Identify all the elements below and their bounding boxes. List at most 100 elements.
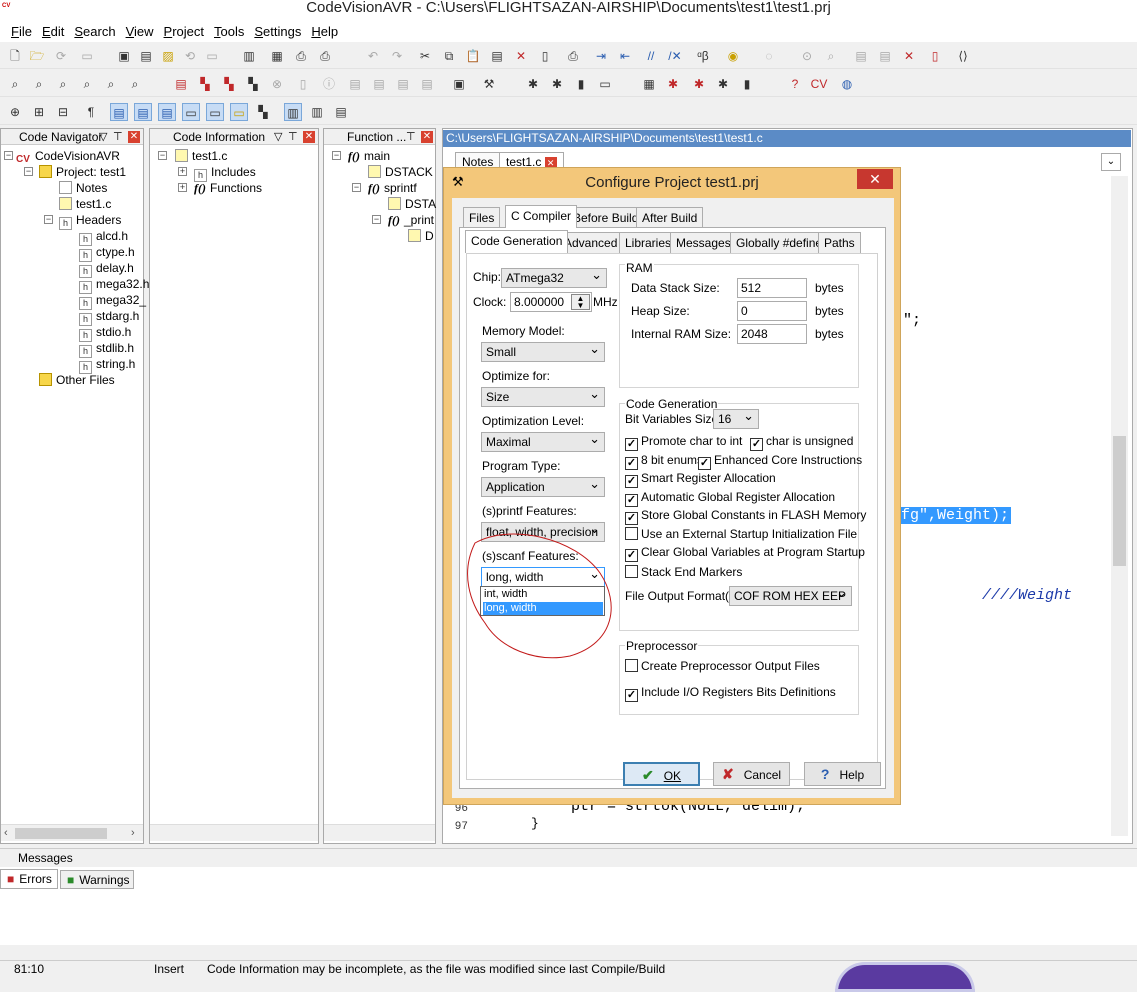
toggle-fold-icon[interactable]: ⟨⟩ bbox=[954, 47, 972, 65]
tab-libraries[interactable]: Libraries bbox=[619, 232, 678, 253]
tree-notes[interactable]: Notes bbox=[59, 181, 107, 195]
horizontal-scrollbar[interactable] bbox=[0, 945, 1137, 959]
navigator-toggle-icon[interactable]: ▤ bbox=[110, 103, 128, 121]
tree-header-item[interactable]: h stdio.h bbox=[79, 325, 131, 342]
tree-header-item[interactable]: h stdarg.h bbox=[79, 309, 139, 326]
collapse-toggle[interactable]: − bbox=[4, 151, 13, 160]
make-icon[interactable]: ▚ bbox=[220, 75, 238, 93]
enums-8bit-checkbox[interactable]: ✓ 8 bit enums bbox=[625, 453, 703, 470]
unindent-icon[interactable]: ⇤ bbox=[616, 47, 634, 65]
tab-warnings[interactable]: ■ Warnings bbox=[60, 870, 134, 889]
collapse-toggle[interactable]: − bbox=[44, 215, 53, 224]
justify-icon[interactable]: ▤ bbox=[418, 75, 436, 93]
replace-icon[interactable]: ⌕ bbox=[54, 75, 72, 93]
print-file-icon[interactable]: ⎙ bbox=[564, 47, 582, 65]
binoculars-find-icon[interactable]: ⌕ bbox=[6, 75, 24, 93]
optimize-for-select[interactable]: Size bbox=[481, 387, 605, 407]
code-selection[interactable]: fg",Weight); bbox=[899, 507, 1012, 524]
heap-size-input[interactable]: 0 bbox=[737, 301, 807, 321]
optimization-level-select[interactable]: Maximal bbox=[481, 432, 605, 452]
tab-before-build[interactable]: Before Build bbox=[567, 207, 645, 228]
delete-icon[interactable]: ✕ bbox=[512, 47, 530, 65]
menu-file[interactable]: File bbox=[6, 24, 37, 39]
tab-globally-define[interactable]: Globally #define bbox=[730, 232, 829, 253]
tree-header-item[interactable]: h string.h bbox=[79, 357, 135, 374]
find-in-files-icon[interactable]: ⌕ bbox=[30, 75, 48, 93]
check-syntax-icon[interactable]: ▤ bbox=[172, 75, 190, 93]
uncomment-icon[interactable]: /✕ bbox=[666, 47, 684, 65]
undo-icon[interactable]: ↶ bbox=[364, 47, 382, 65]
bit-variables-select[interactable]: 16 bbox=[713, 409, 759, 429]
cut-icon[interactable]: ✂ bbox=[416, 47, 434, 65]
menu-search[interactable]: Search bbox=[69, 24, 120, 39]
create-preprocessor-checkbox[interactable]: Create Preprocessor Output Files bbox=[625, 659, 820, 673]
tab-c-compiler[interactable]: C Compiler bbox=[505, 205, 578, 228]
scroll-thumb[interactable] bbox=[1113, 436, 1126, 566]
tab-code-generation[interactable]: Code Generation bbox=[465, 230, 569, 253]
select-all-icon[interactable]: ▯ bbox=[536, 47, 554, 65]
chevron-down-icon[interactable]: ⌄ bbox=[1101, 153, 1121, 171]
tree-header-item[interactable]: h mega32.h bbox=[79, 277, 149, 294]
collapse-toggle[interactable]: − bbox=[352, 183, 361, 192]
collapse-toggle[interactable]: − bbox=[158, 151, 167, 160]
close-icon[interactable]: ✕ bbox=[303, 131, 315, 143]
copy-icon[interactable]: ⧉ bbox=[440, 47, 458, 65]
pin-icon[interactable]: ⊤ bbox=[113, 129, 123, 144]
close-icon[interactable]: ✕ bbox=[128, 131, 140, 143]
columns-icon[interactable]: ▥ bbox=[308, 103, 326, 121]
function-item[interactable]: DSTA bbox=[388, 197, 436, 211]
function-item[interactable]: f() main bbox=[348, 149, 390, 163]
clock-spinner[interactable]: ▲ ▼ bbox=[571, 294, 590, 310]
open-project-icon[interactable]: ▨ bbox=[159, 47, 177, 65]
dropdown-icon[interactable]: ▽ bbox=[99, 129, 107, 144]
tree-header-item[interactable]: h stdlib.h bbox=[79, 341, 134, 358]
flash-icon[interactable]: ✱ bbox=[714, 75, 732, 93]
goto-icon[interactable]: ⊙ bbox=[798, 47, 816, 65]
collapse-toggle[interactable]: − bbox=[332, 151, 341, 160]
char-unsigned-checkbox[interactable]: ✓ char is unsigned bbox=[750, 434, 853, 451]
chip-select[interactable]: ATmega32 bbox=[501, 268, 607, 288]
store-flash-checkbox[interactable]: ✓ Store Global Constants in FLASH Memory bbox=[625, 508, 866, 525]
search-next-icon[interactable]: ⌕ bbox=[78, 75, 96, 93]
print-icon[interactable]: ⎙ bbox=[292, 47, 310, 65]
info-functions[interactable]: f() Functions bbox=[194, 181, 262, 195]
configure-project-icon[interactable]: ▣ bbox=[450, 75, 468, 93]
cancel-button[interactable]: ✘ Cancel bbox=[713, 762, 790, 786]
horizontal-scrollbar[interactable] bbox=[150, 824, 318, 841]
save-icon[interactable]: ▭ bbox=[78, 47, 96, 65]
scroll-right-icon[interactable]: › bbox=[131, 825, 135, 841]
menu-view[interactable]: View bbox=[121, 24, 159, 39]
clipboard-toggle-icon[interactable]: ▭ bbox=[230, 103, 248, 121]
indent-icon[interactable]: ⇥ bbox=[592, 47, 610, 65]
close-all-icon[interactable]: ✕ bbox=[900, 47, 918, 65]
reopen-project-icon[interactable]: ⟲ bbox=[181, 47, 199, 65]
function-item[interactable]: f() _print bbox=[388, 213, 434, 227]
bookmark-next-icon[interactable]: ◌ bbox=[760, 47, 778, 65]
tree-project[interactable]: Project: test1 bbox=[39, 165, 126, 179]
messages-toggle-icon[interactable]: ▭ bbox=[182, 103, 200, 121]
align-right-icon[interactable]: ▤ bbox=[394, 75, 412, 93]
tree-other-files[interactable]: Other Files bbox=[39, 373, 115, 387]
menu-project[interactable]: Project bbox=[159, 24, 209, 39]
search-prev-icon[interactable]: ⌕ bbox=[102, 75, 120, 93]
tree-header-item[interactable]: h delay.h bbox=[79, 261, 134, 278]
output-format-select[interactable]: COF ROM HEX EEP bbox=[729, 586, 852, 606]
collapse-toggle[interactable]: − bbox=[24, 167, 33, 176]
terminal-icon[interactable]: ▭ bbox=[596, 75, 614, 93]
stack-end-markers-checkbox[interactable]: Stack End Markers bbox=[625, 565, 742, 579]
tree-header-item[interactable]: h alcd.h bbox=[79, 229, 128, 246]
document-red-icon[interactable]: ▯ bbox=[926, 47, 944, 65]
expand-icon[interactable]: ⊕ bbox=[6, 103, 24, 121]
horizontal-scrollbar[interactable] bbox=[324, 824, 435, 841]
scroll-left-icon[interactable]: ‹ bbox=[4, 825, 8, 841]
find-icon[interactable]: ⌕ bbox=[822, 47, 840, 65]
memory-model-select[interactable]: Small bbox=[481, 342, 605, 362]
menu-settings[interactable]: Settings bbox=[249, 24, 306, 39]
help-button[interactable]: ? Help bbox=[804, 762, 881, 786]
tab-paths[interactable]: Paths bbox=[818, 232, 861, 253]
chip-programmer-icon[interactable]: ✱ bbox=[524, 75, 542, 93]
paste-gray-icon[interactable]: ▤ bbox=[876, 47, 894, 65]
info-includes[interactable]: h Includes bbox=[194, 165, 256, 182]
tab-errors[interactable]: ■ Errors bbox=[0, 869, 58, 889]
horizontal-scrollbar[interactable]: ‹ › bbox=[1, 824, 143, 841]
